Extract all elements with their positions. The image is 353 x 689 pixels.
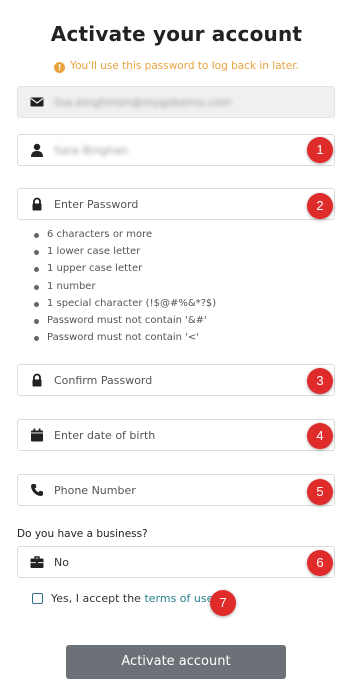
step-marker-1: 1 [307, 137, 333, 163]
phone-placeholder: Phone Number [54, 484, 136, 497]
lock-icon [30, 373, 44, 387]
confirm-password-placeholder: Confirm Password [54, 374, 153, 387]
rule-text: 6 characters or more [47, 229, 153, 240]
email-field: lisa.binghmen@mygobemo.com [17, 86, 335, 118]
notice-text: You'll use this password to log back in … [70, 60, 299, 72]
calendar-icon [30, 428, 44, 442]
bullet-dot [34, 301, 39, 307]
bullet-dot [34, 318, 39, 324]
bullet-dot [34, 233, 39, 238]
password-rule: 1 lower case letter [34, 243, 216, 260]
password-rules-list: 6 characters or more 1 lower case letter… [34, 226, 216, 346]
step-marker-7: 7 [210, 590, 236, 616]
step-marker-6: 6 [307, 550, 333, 576]
rule-text: 1 special character (!$@#%&*?$) [47, 297, 217, 309]
password-rule: 1 special character (!$@#%&*?$) [34, 295, 216, 312]
password-notice: ! You'll use this password to log back in… [0, 60, 353, 73]
password-rule: Password must not contain '&#' [34, 312, 216, 329]
lock-icon [30, 197, 44, 211]
rule-text: 1 number [47, 280, 96, 292]
rule-text: Password must not contain '&#' [47, 314, 207, 326]
step-marker-5: 5 [307, 479, 333, 505]
bullet-dot [34, 284, 39, 290]
email-value: lisa.binghmen@mygobemo.com [54, 96, 232, 109]
user-icon [30, 143, 44, 157]
password-rule: Password must not contain '<' [34, 329, 216, 346]
password-rule: 6 characters or more [34, 226, 216, 243]
terms-of-use-link[interactable]: terms of use [144, 592, 213, 605]
step-marker-4: 4 [307, 423, 333, 449]
page-title: Activate your account [50, 22, 303, 46]
name-field[interactable]: Sara Binghan [17, 134, 335, 166]
bullet-dot [34, 250, 39, 256]
rule-text: 1 upper case letter [47, 263, 143, 275]
accept-terms-checkbox[interactable] [32, 593, 43, 604]
briefcase-icon [30, 555, 44, 569]
dob-placeholder: Enter date of birth [54, 429, 156, 442]
phone-icon [30, 483, 44, 497]
bullet-dot [34, 336, 39, 342]
step-marker-3: 3 [307, 368, 333, 394]
business-selected-value: No [54, 556, 69, 569]
password-placeholder: Enter Password [54, 198, 139, 211]
activation-page: Activate your account ! You'll use this p… [0, 0, 353, 689]
password-rule: 1 number [34, 278, 216, 295]
password-field[interactable]: Enter Password [17, 188, 335, 220]
bullet-dot [34, 267, 39, 273]
rule-text: Password must not contain '<' [47, 332, 200, 344]
business-question-label: Do you have a business? [17, 528, 148, 540]
activate-account-button[interactable]: Activate account [66, 645, 286, 679]
confirm-password-field[interactable]: Confirm Password [17, 364, 335, 396]
name-value: Sara Binghan [54, 144, 128, 157]
accept-terms-text: Yes, I accept the terms of use. [51, 592, 217, 606]
rule-text: 1 lower case letter [47, 246, 141, 258]
info-icon: ! [54, 62, 66, 73]
envelope-icon [30, 95, 44, 109]
phone-field[interactable]: Phone Number [17, 474, 335, 506]
password-rule: 1 upper case letter [34, 260, 216, 277]
dob-field[interactable]: Enter date of birth [17, 419, 335, 451]
accept-terms-prefix: Yes, I accept the [51, 592, 145, 605]
business-select[interactable]: No [17, 546, 335, 578]
step-marker-2: 2 [307, 193, 333, 219]
